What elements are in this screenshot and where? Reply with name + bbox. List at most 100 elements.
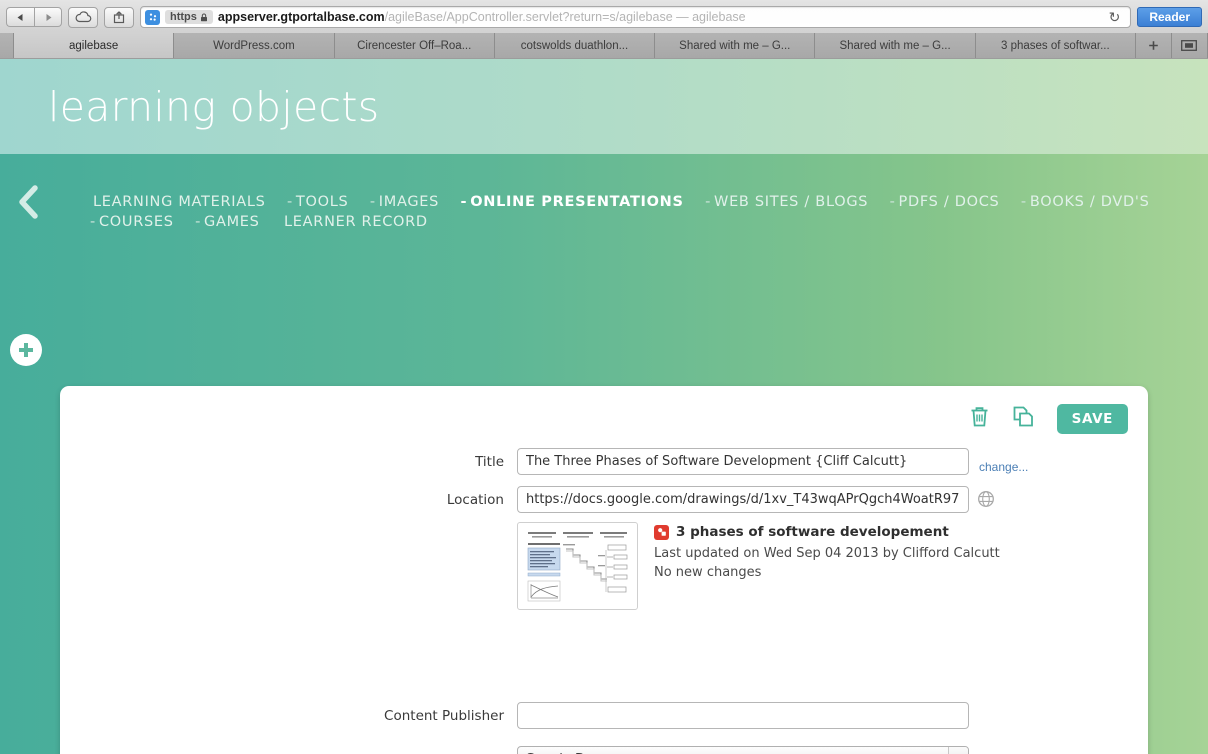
forward-arrow-icon	[46, 13, 51, 21]
nav-item-label: BOOKS / DVD'S	[1029, 194, 1150, 210]
nav-item-label: COURSES	[98, 214, 174, 230]
browser-tab[interactable]: cotswolds duathlon...	[494, 33, 656, 58]
linked-document: 3 phases of software developement Last u…	[517, 522, 1000, 610]
plus-circle-icon	[19, 343, 33, 357]
location-label: Location	[446, 492, 504, 508]
location-field-wrap: 3 phases of software developement Last u…	[517, 486, 1000, 610]
tab-overview-button[interactable]	[1171, 33, 1208, 58]
browser-chrome: https appserver.gtportalbase.com/agileBa…	[0, 0, 1208, 59]
publisher-label: Content Publisher	[384, 708, 504, 724]
nav-item-label: GAMES	[204, 214, 260, 230]
browser-tab[interactable]: 3 phases of softwar...	[975, 33, 1136, 58]
navigation-buttons	[6, 7, 62, 27]
document-changes: No new changes	[654, 565, 762, 580]
browser-toolbar: https appserver.gtportalbase.com/agileBa…	[0, 0, 1208, 34]
security-indicator: https	[165, 10, 213, 24]
new-tab-button[interactable]	[1135, 33, 1172, 58]
nav-bullet: -	[460, 194, 468, 210]
nav-item-learner-record[interactable]: LEARNER RECORD	[281, 213, 428, 232]
record-form: Title change... Location	[60, 448, 1148, 754]
extension-badge-icon[interactable]	[145, 9, 160, 25]
url-suffix: — agilebase	[672, 10, 746, 24]
change-title-link[interactable]: change...	[979, 460, 1028, 474]
title-input[interactable]	[517, 448, 969, 475]
reader-button[interactable]: Reader	[1137, 7, 1202, 27]
publisher-input[interactable]	[517, 702, 969, 729]
document-thumbnail[interactable]	[517, 522, 638, 610]
panel-actions: SAVE	[969, 404, 1128, 434]
page-header: learning objects	[0, 59, 1208, 154]
forward-button[interactable]	[34, 7, 62, 27]
field-row-sitetype: Content / Site Type Google Docs	[60, 746, 1148, 754]
nav-item-label: LEARNER RECORD	[284, 214, 428, 230]
duplicate-record-button[interactable]	[1012, 405, 1035, 433]
address-bar[interactable]: https appserver.gtportalbase.com/agileBa…	[140, 6, 1132, 28]
nav-item-courses[interactable]: - COURSES	[90, 213, 174, 232]
content-band: LEARNING MATERIALS - TOOLS - IMAGES - ONLIN…	[0, 154, 1208, 754]
reload-button[interactable]: ↻	[1103, 9, 1127, 26]
page-title: learning objects	[48, 83, 380, 131]
nav-item-games[interactable]: - GAMES	[195, 213, 259, 232]
url-text: appserver.gtportalbase.com/agileBase/App…	[218, 10, 746, 24]
nav-item-label: ONLINE PRESENTATIONS	[470, 194, 684, 210]
url-path: /agileBase/AppController.servlet?return=…	[384, 10, 673, 24]
nav-item-label: PDFS / DOCS	[898, 194, 1000, 210]
browser-tab[interactable]: Cirencester Off–Roa...	[334, 33, 495, 58]
url-host: appserver.gtportalbase.com	[217, 10, 385, 24]
nav-bullet: -	[889, 194, 896, 210]
lock-icon	[200, 13, 207, 21]
title-field-wrap: change...	[517, 448, 1028, 475]
nav-item-books-dvds[interactable]: - BOOKS / DVD'S	[1021, 193, 1150, 212]
nav-bullet: -	[195, 214, 202, 230]
nav-item-label: TOOLS	[295, 194, 349, 210]
document-name: 3 phases of software developement	[676, 524, 949, 540]
tab-bar: agilebase WordPress.com Cirencester Off–…	[0, 33, 1208, 58]
back-arrow-icon	[17, 13, 23, 21]
delete-record-button[interactable]	[969, 405, 990, 433]
back-navigation-button[interactable]	[11, 182, 47, 222]
nav-item-learning-materials[interactable]: LEARNING MATERIALS	[90, 193, 266, 212]
plus-icon	[1149, 41, 1158, 50]
nav-item-label: IMAGES	[378, 194, 440, 210]
google-drawings-icon	[654, 524, 669, 540]
sitetype-select[interactable]: Google Docs	[517, 746, 969, 754]
tab-bar-edge	[0, 33, 14, 58]
copy-icon	[1013, 406, 1033, 427]
browser-tab[interactable]: Shared with me – G...	[655, 33, 816, 58]
field-row-title: Title change...	[60, 448, 1148, 475]
icloud-button[interactable]	[68, 6, 98, 28]
browser-tab[interactable]: WordPress.com	[174, 33, 335, 58]
nav-item-tools[interactable]: - TOOLS	[287, 193, 348, 212]
nav-bullet: -	[1020, 194, 1027, 210]
location-input[interactable]	[517, 486, 969, 513]
nav-item-web-sites-blogs[interactable]: - WEB SITES / BLOGS	[705, 193, 868, 212]
sitetype-label: Content / Site Type	[60, 746, 517, 754]
document-title-row: 3 phases of software developement	[654, 524, 1000, 540]
save-button[interactable]: SAVE	[1056, 404, 1128, 434]
back-button[interactable]	[6, 7, 34, 27]
app-root: https appserver.gtportalbase.com/agileBa…	[0, 0, 1208, 754]
nav-bullet: -	[369, 194, 376, 210]
share-button[interactable]	[104, 6, 134, 28]
chevron-left-icon	[19, 185, 38, 219]
icloud-icon	[75, 11, 91, 23]
open-link-button[interactable]	[977, 490, 995, 508]
nav-item-online-presentations[interactable]: - ONLINE PRESENTATIONS	[461, 193, 684, 212]
browser-tab[interactable]: Shared with me – G...	[815, 33, 976, 58]
share-icon	[113, 11, 125, 24]
add-record-button[interactable]	[10, 334, 42, 366]
globe-icon	[978, 491, 994, 507]
browser-tab[interactable]: agilebase	[14, 33, 175, 58]
document-metadata: 3 phases of software developement Last u…	[654, 522, 1000, 610]
nav-item-label: LEARNING MATERIALS	[93, 194, 266, 210]
nav-item-pdfs-docs[interactable]: - PDFS / DOCS	[890, 193, 1000, 212]
title-label: Title	[475, 454, 504, 470]
nav-bullet: -	[90, 214, 96, 230]
field-row-publisher: Content Publisher	[60, 702, 1148, 729]
trash-icon	[971, 407, 988, 427]
nav-item-images[interactable]: - IMAGES	[370, 193, 439, 212]
field-row-location: Location https://docs.google.com/drawing…	[60, 486, 1148, 610]
scheme-label: https	[170, 11, 197, 23]
document-thumbnail-icon	[522, 527, 633, 605]
nav-bullet: -	[286, 194, 293, 210]
